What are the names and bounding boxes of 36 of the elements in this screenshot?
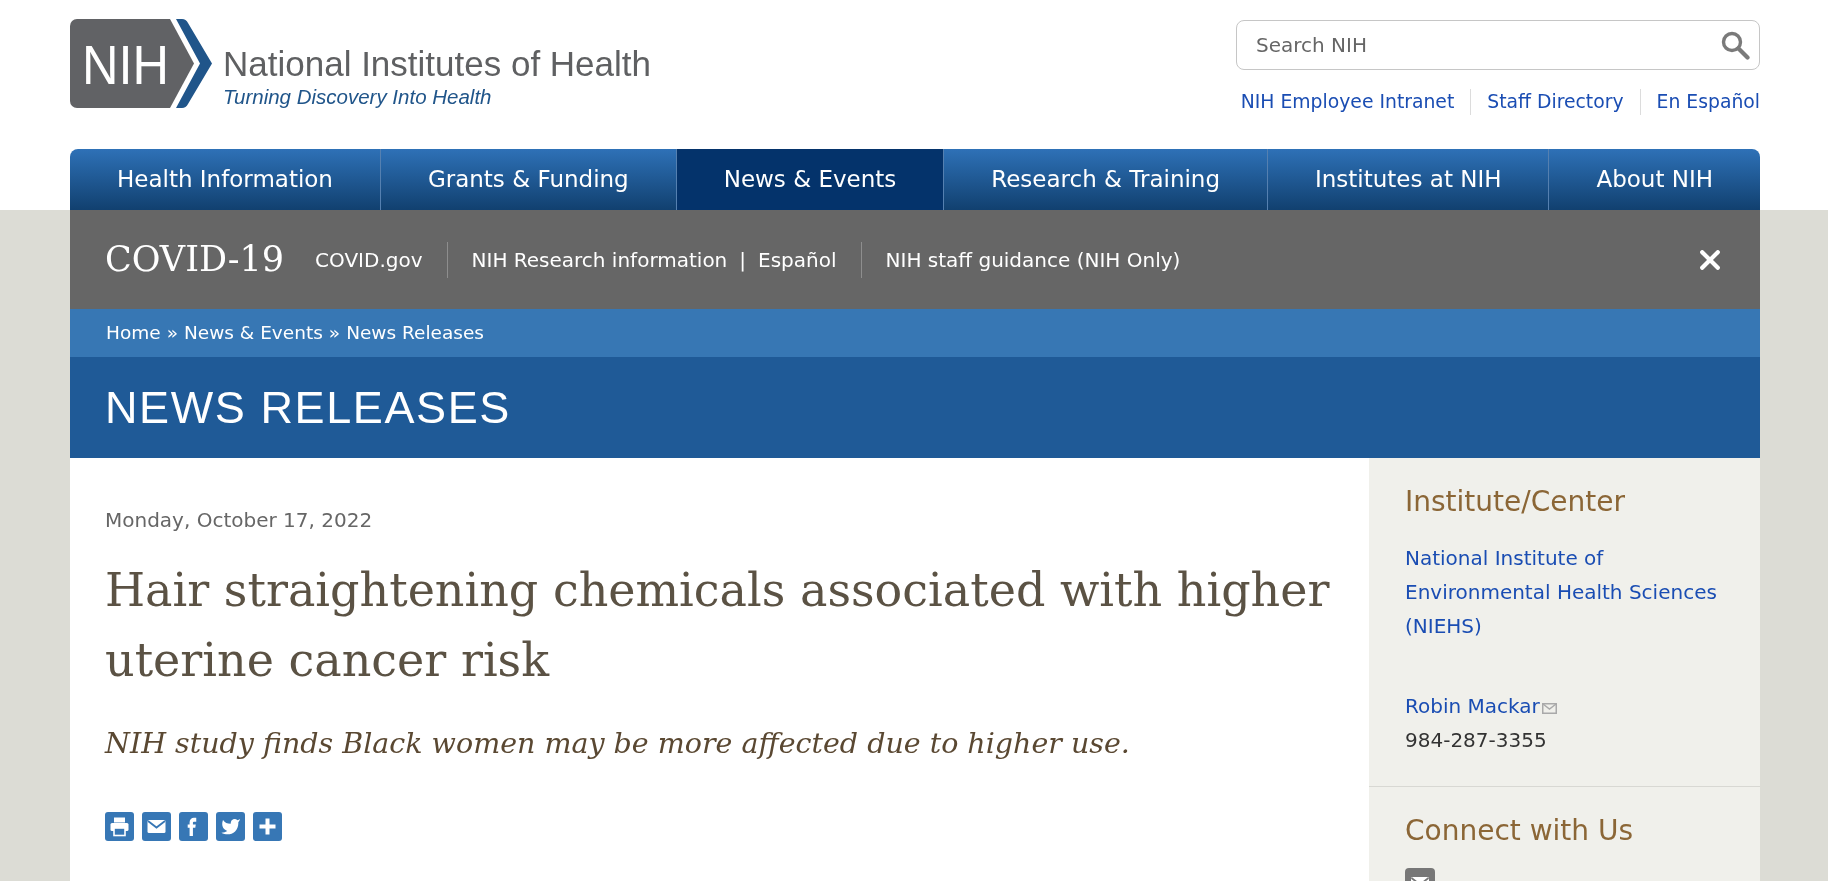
banner-link[interactable]: COVID.gov xyxy=(315,244,423,275)
breadcrumb-link[interactable]: News & Events xyxy=(183,319,323,347)
utility-link[interactable]: En Español xyxy=(1639,89,1760,115)
article-title: Hair straightening chemicals associated with higher uterine cancer risk xyxy=(105,562,1331,689)
print-icon[interactable] xyxy=(105,812,134,841)
nav-tab[interactable]: News & Events xyxy=(675,149,944,210)
twitter-icon[interactable] xyxy=(216,812,245,841)
utility-link[interactable]: NIH Employee Intranet xyxy=(1224,89,1471,115)
envelope-icon xyxy=(1541,702,1557,714)
search-field[interactable]: Search NIH xyxy=(1236,20,1760,70)
sidebar-heading: Institute/Center xyxy=(1405,484,1626,520)
breadcrumb-link[interactable]: Home xyxy=(106,319,161,347)
article-subtitle: NIH study finds Black women may be more affected due to higher use. xyxy=(105,726,1131,762)
banner-link[interactable]: NIH staff guidance (NIH Only) xyxy=(885,244,1181,275)
contact-name-link[interactable]: Robin Mackar xyxy=(1405,689,1540,723)
site-tagline: Turning Discovery Into Health xyxy=(223,85,493,109)
breadcrumb-current: News Releases xyxy=(346,321,484,346)
close-icon[interactable] xyxy=(1700,249,1720,270)
banner-title: COVID-19 xyxy=(105,238,285,282)
utility-link[interactable]: Staff Directory xyxy=(1470,89,1640,115)
plus-icon[interactable] xyxy=(253,812,282,841)
section-title: NEWS RELEASES xyxy=(105,380,511,435)
nav-tab[interactable]: Health Information xyxy=(70,149,380,210)
link-separator: | xyxy=(739,246,747,274)
banner-link[interactable]: Español xyxy=(758,244,837,275)
banner-link[interactable]: NIH Research information xyxy=(471,244,728,275)
breadcrumb-separator: » xyxy=(328,321,341,346)
breadcrumb-separator: » xyxy=(166,321,178,346)
institute-link[interactable]: National Institute of Environmental Health Sciences (NIEHS) xyxy=(1405,541,1730,643)
contact-phone: 984-287-3355 xyxy=(1405,727,1548,754)
site-name[interactable]: National Institutes of Health xyxy=(223,45,651,83)
search-icon[interactable] xyxy=(1721,30,1750,60)
article-date: Monday, October 17, 2022 xyxy=(105,507,374,534)
sidebar-heading: Connect with Us xyxy=(1405,813,1635,849)
email-icon[interactable] xyxy=(142,812,171,841)
facebook-icon[interactable] xyxy=(179,812,208,841)
